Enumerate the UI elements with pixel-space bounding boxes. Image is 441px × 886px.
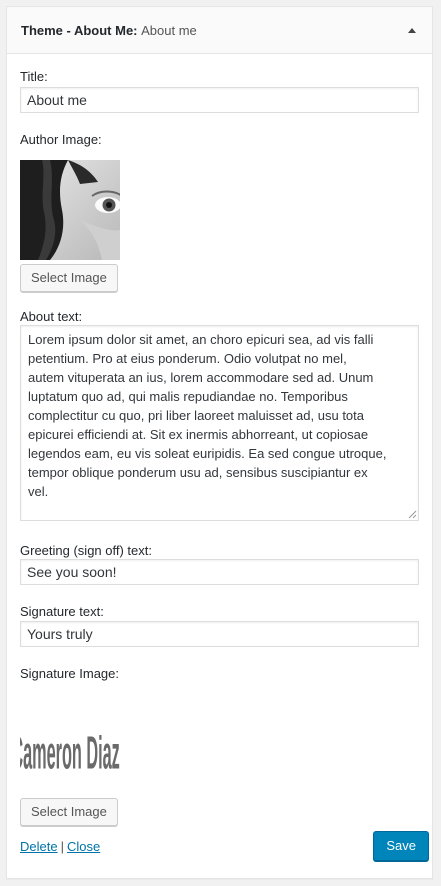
- signature-image-label: Signature Image:: [20, 666, 120, 681]
- author-photo-icon: [20, 160, 120, 260]
- signature-graphic: Cameron Diaz: [20, 728, 120, 779]
- about-textarea[interactable]: Lorem ipsum dolor sit amet, an choro epi…: [20, 325, 419, 521]
- about-line: autem vituperata an ius, lorem accommoda…: [28, 370, 374, 385]
- about-line: epicurei efficiendi at. Sit ex inermis a…: [28, 427, 369, 442]
- link-separator: |: [60, 839, 64, 854]
- greeting-label: Greeting (sign off) text:: [20, 543, 152, 558]
- about-line: petentium. Pro at eius ponderum. Odio vo…: [28, 351, 347, 366]
- about-text-label: About text:: [20, 309, 83, 324]
- widget-title-instance: About me: [141, 22, 197, 38]
- signature-text-graphic: Cameron Diaz: [20, 728, 120, 779]
- title-input[interactable]: About me: [20, 87, 419, 113]
- signature-text-input[interactable]: Yours truly: [20, 621, 419, 647]
- greeting-input[interactable]: See you soon!: [20, 559, 419, 585]
- widget-title-main: Theme - About Me:: [21, 22, 138, 38]
- signature-image: Cameron Diaz: [20, 693, 120, 793]
- collapse-arrow-icon[interactable]: [408, 27, 416, 33]
- widget-control-links: Delete | Close: [20, 839, 100, 854]
- about-line: tempor oblique ponderum usu ad, sensibus…: [28, 465, 368, 480]
- author-image: [20, 160, 120, 260]
- about-line: luptatum quo ad, qui malis repudiandae n…: [28, 389, 348, 404]
- delete-link[interactable]: Delete: [20, 839, 58, 854]
- about-line: legendos eam, eu vis soleat euripidis. E…: [28, 446, 387, 461]
- about-line: vel.: [28, 484, 49, 499]
- title-label: Title:: [20, 69, 48, 84]
- widget-header[interactable]: Theme - About Me: About me: [7, 7, 432, 54]
- signature-text-label: Signature text:: [20, 604, 104, 619]
- about-line: Lorem ipsum dolor sit amet, an choro epi…: [28, 332, 374, 347]
- save-button[interactable]: Save: [373, 831, 429, 861]
- close-link[interactable]: Close: [67, 839, 100, 854]
- about-line: complectitur cu quo, pri liber laoreet m…: [28, 408, 365, 423]
- widget-title: Theme - About Me: About me: [21, 23, 197, 38]
- signature-select-image-button[interactable]: Select Image: [20, 798, 118, 826]
- author-image-label: Author Image:: [20, 132, 102, 147]
- author-select-image-button[interactable]: Select Image: [20, 264, 118, 292]
- resize-handle-icon[interactable]: [408, 510, 417, 519]
